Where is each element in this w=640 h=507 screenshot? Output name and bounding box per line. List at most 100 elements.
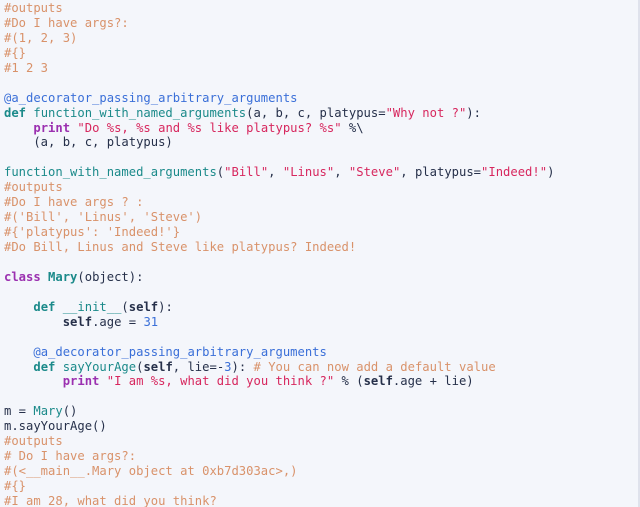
code-token-comment: #Do I have args?: bbox=[4, 15, 129, 30]
code-token-comment: #{} bbox=[4, 45, 27, 60]
code-token-plain: m = bbox=[4, 404, 34, 419]
code-token-builtin: object bbox=[84, 269, 129, 284]
code-token-blank bbox=[4, 330, 11, 344]
code-token-name: __init__ bbox=[62, 299, 122, 314]
code-line bbox=[4, 76, 638, 91]
code-line bbox=[4, 389, 638, 404]
code-token-comment: #outputs bbox=[4, 1, 63, 15]
code-line: m.sayYourAge() bbox=[4, 419, 638, 434]
code-line: self.age = 31 bbox=[4, 315, 638, 330]
code-line: #(<__main__.Mary object at 0xb7d303ac>,) bbox=[4, 464, 638, 479]
code-token-def: def bbox=[33, 299, 56, 314]
code-line: @a_decorator_passing_arbitrary_arguments bbox=[4, 91, 638, 106]
code-token-plain: % ( bbox=[334, 374, 364, 389]
code-token-plain: , bbox=[334, 165, 349, 180]
code-line bbox=[4, 285, 638, 300]
code-token-str: "Steve" bbox=[348, 165, 401, 180]
code-token-comment: #Do Bill, Linus and Steve like platypus?… bbox=[4, 240, 357, 254]
code-token-plain: , bbox=[268, 165, 283, 180]
code-token-plain: ( bbox=[77, 269, 85, 284]
code-line: #{'platypus': 'Indeed!'} bbox=[4, 225, 638, 240]
code-token-name: function_with_named_arguments bbox=[33, 105, 247, 120]
code-line: def function_with_named_arguments(a, b, … bbox=[4, 106, 638, 121]
code-token-deco: @a_decorator_passing_arbitrary_arguments bbox=[33, 344, 327, 359]
code-token-num: 3 bbox=[224, 359, 232, 374]
code-line: #Do Bill, Linus and Steve like platypus?… bbox=[4, 240, 638, 255]
code-token-plain: ): bbox=[231, 359, 254, 374]
code-token-comment: #{'platypus': 'Indeed!'} bbox=[4, 225, 181, 240]
code-token-plain: ): bbox=[158, 299, 173, 314]
code-token-self: self bbox=[128, 299, 159, 314]
code-line: (a, b, c, platypus) bbox=[4, 135, 638, 150]
code-token-kw: print bbox=[62, 374, 100, 389]
code-line: function_with_named_arguments("Bill", "L… bbox=[4, 165, 638, 180]
code-token-comment: # You can now add a default value bbox=[253, 359, 496, 374]
code-token-self: self bbox=[62, 314, 93, 329]
code-line: #I am 28, what did you think? bbox=[4, 494, 638, 507]
code-token-comment: #('Bill', 'Linus', 'Steve') bbox=[4, 210, 203, 225]
code-token-str: "Linus" bbox=[282, 165, 335, 180]
code-token-comment: #1 2 3 bbox=[4, 60, 49, 75]
code-line: #Do I have args?: bbox=[4, 16, 638, 31]
code-line: # Do I have args?: bbox=[4, 449, 638, 464]
code-token-plain: , platypus= bbox=[400, 165, 482, 180]
code-line bbox=[4, 330, 638, 345]
code-line: def sayYourAge(self, lie=-3): # You can … bbox=[4, 360, 638, 375]
code-line: #Do I have args ? : bbox=[4, 195, 638, 210]
code-line: #{} bbox=[4, 479, 638, 494]
code-token-blank bbox=[4, 76, 11, 90]
code-token-comment: #{} bbox=[4, 479, 27, 493]
code-token-str: "I am %s, what did you think ?" bbox=[106, 374, 335, 389]
code-token-str: "Indeed!" bbox=[481, 165, 548, 180]
code-token-kw: print bbox=[33, 120, 71, 135]
code-line: m = Mary() bbox=[4, 404, 638, 419]
code-token-kw: class bbox=[4, 269, 41, 284]
code-token-plain: .age + lie) bbox=[392, 374, 474, 389]
code-line bbox=[4, 255, 638, 270]
code-line: class Mary(object): bbox=[4, 270, 638, 285]
code-token-name: sayYourAge bbox=[62, 359, 137, 374]
code-token-name: function_with_named_arguments bbox=[4, 165, 217, 180]
code-token-plain: %\ bbox=[341, 120, 364, 135]
code-token-plain: m.sayYourAge() bbox=[4, 419, 107, 434]
code-token-plain: ): bbox=[128, 269, 144, 284]
code-token-plain: () bbox=[62, 404, 78, 419]
code-line: @a_decorator_passing_arbitrary_arguments bbox=[4, 345, 638, 360]
code-block[interactable]: #outputs #Do I have args?: #(1, 2, 3) #{} #1… bbox=[0, 0, 640, 507]
code-token-str: "Why not ?" bbox=[385, 105, 467, 120]
code-line: print "Do %s, %s and %s like platypus? %… bbox=[4, 121, 638, 136]
code-line: #('Bill', 'Linus', 'Steve') bbox=[4, 210, 638, 225]
code-token-blank bbox=[4, 285, 11, 299]
code-token-comment: #Do I have args ? : bbox=[4, 195, 144, 210]
code-token-str: "Bill" bbox=[224, 165, 269, 180]
code-token-comment: #(<__main__.Mary object at 0xb7d303ac>,) bbox=[4, 464, 298, 479]
code-token-blank bbox=[4, 389, 11, 403]
code-token-name: Mary bbox=[33, 404, 63, 419]
code-token-comment: #(1, 2, 3) bbox=[4, 30, 78, 45]
code-token-comment: #outputs bbox=[4, 180, 63, 195]
code-token-plain: , lie=- bbox=[172, 359, 225, 374]
code-line: #outputs bbox=[4, 180, 638, 195]
code-token-self: self bbox=[363, 374, 393, 389]
code-token-str: "Do %s, %s and %s like platypus? %s" bbox=[77, 120, 342, 135]
code-token-blank bbox=[4, 255, 11, 269]
code-line: #{} bbox=[4, 46, 638, 61]
code-token-plain: ) bbox=[547, 165, 555, 180]
code-line bbox=[4, 150, 638, 165]
code-token-comment: #outputs bbox=[4, 434, 63, 449]
code-line: #outputs bbox=[4, 434, 638, 449]
code-token-plain: .age = bbox=[92, 314, 144, 329]
code-token-num: 31 bbox=[143, 314, 159, 329]
code-token-def: def bbox=[33, 359, 56, 374]
code-token-comment: # Do I have args?: bbox=[4, 449, 137, 464]
